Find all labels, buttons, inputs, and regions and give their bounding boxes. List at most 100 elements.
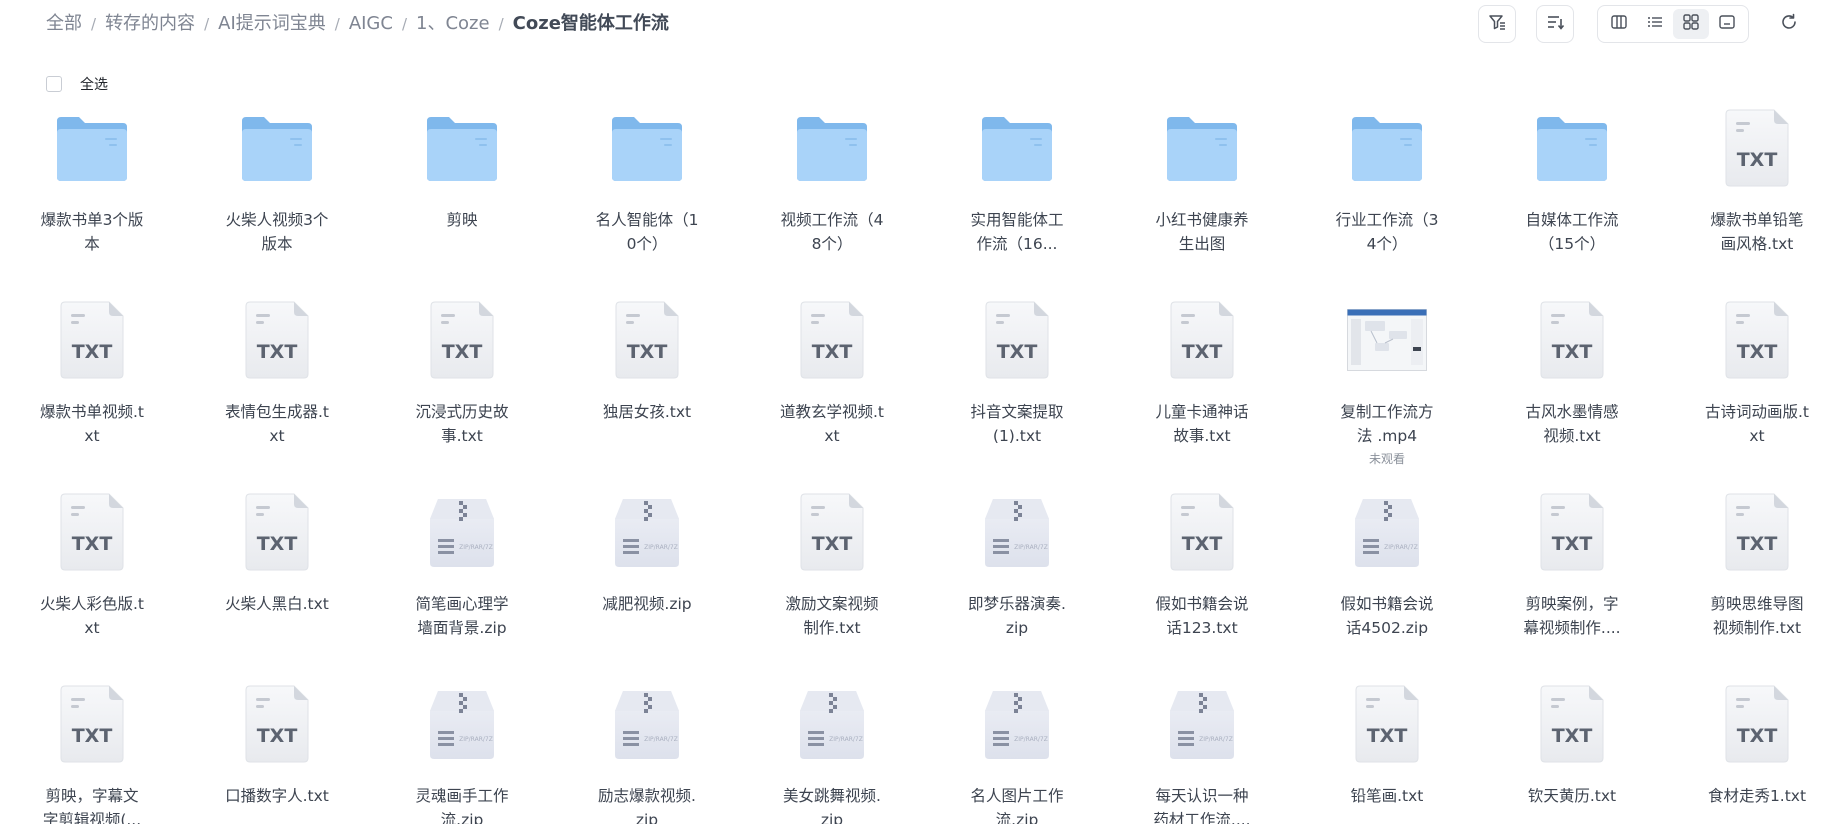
file-item[interactable]: ZIP/RAR/7Z 减肥视频.zip [567,490,727,670]
folder-item[interactable]: 自媒体工作流（15个） [1492,106,1652,286]
folder-item[interactable]: 实用智能体工作流（16... [937,106,1097,286]
sort-button[interactable] [1536,5,1574,43]
svg-text:TXT: TXT [1737,149,1778,171]
item-name: 假如书籍会说话4502.zip [1307,592,1467,640]
file-item[interactable]: ZIP/RAR/7Z 简笔画心理学墙面背景.zip [382,490,542,670]
file-item[interactable]: TXT 食材走秀1.txt [1677,682,1831,824]
folder-item[interactable]: 火柴人视频3个版本 [197,106,357,286]
file-item[interactable]: TXT 火柴人彩色版.txt [12,490,172,670]
item-name: 剪映案例，字幕视频制作.... [1492,592,1652,640]
svg-text:TXT: TXT [257,341,298,363]
file-item[interactable]: TXT 假如书籍会说话123.txt [1122,490,1282,670]
file-item[interactable]: ZIP/RAR/7Z 美女跳舞视频.zip [752,682,912,824]
item-name: 火柴人黑白.txt [197,592,357,616]
file-item[interactable]: ZIP/RAR/7Z 励志爆款视频.zip [567,682,727,824]
txt-file-icon: TXT [1347,682,1427,766]
item-name: 复制工作流方法 .mp4 [1307,400,1467,448]
breadcrumb-ai-prompts[interactable]: AI提示词宝典 [218,12,326,36]
item-name: 火柴人彩色版.txt [12,592,172,640]
item-name-text: 剪映案例，字幕视频制作.... [1523,595,1621,637]
breadcrumb-aigc[interactable]: AIGC [349,12,393,36]
folder-icon [1532,106,1612,190]
zip-file-icon: ZIP/RAR/7Z [977,682,1057,766]
svg-text:TXT: TXT [1552,725,1593,747]
item-name-text: 口播数字人.txt [225,787,329,805]
item-name: 食材走秀1.txt [1677,784,1831,808]
svg-text:TXT: TXT [1182,533,1223,555]
video-thumbnail [1347,298,1427,382]
breadcrumb-all[interactable]: 全部 [46,12,82,36]
filter-button[interactable] [1478,5,1516,43]
file-item[interactable]: TXT 剪映，字幕文字剪辑视频(... [12,682,172,824]
file-item[interactable]: TXT 剪映案例，字幕视频制作.... [1492,490,1652,670]
item-name-text: 简笔画心理学墙面背景.zip [415,595,509,637]
folder-item[interactable]: 爆款书单3个版本 [12,106,172,286]
file-item[interactable]: TXT 道教玄学视频.txt [752,298,912,478]
svg-text:TXT: TXT [1552,533,1593,555]
select-all-checkbox[interactable] [46,76,62,92]
columns-view-button[interactable] [1601,9,1637,39]
file-item[interactable]: ZIP/RAR/7Z 名人图片工作流.zip [937,682,1097,824]
preview-view-button[interactable] [1709,9,1745,39]
file-item[interactable]: TXT 口播数字人.txt [197,682,357,824]
item-name-text: 剪映，字幕文字剪辑视频(... [42,787,142,824]
file-item[interactable]: TXT 剪映思维导图视频制作.txt [1677,490,1831,670]
file-item[interactable]: 复制工作流方法 .mp4 未观看 [1307,298,1467,478]
file-item[interactable]: TXT 儿童卡通神话故事.txt [1122,298,1282,478]
svg-text:TXT: TXT [257,725,298,747]
svg-text:TXT: TXT [72,341,113,363]
zip-file-icon: ZIP/RAR/7Z [422,490,502,574]
file-item[interactable]: TXT 抖音文案提取(1).txt [937,298,1097,478]
item-name-text: 行业工作流（34个） [1335,211,1439,253]
list-view-button[interactable] [1637,9,1673,39]
folder-item[interactable]: 名人智能体（10个） [567,106,727,286]
file-item[interactable]: TXT 古风水墨情感视频.txt [1492,298,1652,478]
grid-view-button[interactable] [1673,9,1709,39]
file-item[interactable]: ZIP/RAR/7Z 每天认识一种药材工作流.... [1122,682,1282,824]
zip-file-icon: ZIP/RAR/7Z [607,682,687,766]
columns-view-icon [1610,13,1628,35]
txt-file-icon: TXT [792,298,872,382]
file-item[interactable]: TXT 表情包生成器.txt [197,298,357,478]
folder-item[interactable]: 行业工作流（34个） [1307,106,1467,286]
file-item[interactable]: TXT 火柴人黑白.txt [197,490,357,670]
file-item[interactable]: TXT 古诗词动画版.txt [1677,298,1831,478]
item-name-text: 爆款书单视频.txt [40,403,145,445]
svg-text:TXT: TXT [812,533,853,555]
file-item[interactable]: ZIP/RAR/7Z 即梦乐器演奏.zip [937,490,1097,670]
folder-item[interactable]: 小红书健康养生出图 [1122,106,1282,286]
item-name: 剪映，字幕文字剪辑视频(... [12,784,172,824]
item-name-text: 古诗词动画版.txt [1705,403,1810,445]
item-name-text: 美女跳舞视频.zip [783,787,881,824]
folder-item[interactable]: 视频工作流（48个） [752,106,912,286]
file-item[interactable]: TXT 独居女孩.txt [567,298,727,478]
item-name: 爆款书单铅笔画风格.txt [1677,208,1831,256]
file-item[interactable]: TXT 爆款书单铅笔画风格.txt [1677,106,1831,286]
folder-icon [977,106,1057,190]
breadcrumb-coze[interactable]: 1、Coze [416,12,490,36]
item-name: 抖音文案提取(1).txt [937,400,1097,448]
file-item[interactable]: TXT 铅笔画.txt [1307,682,1467,824]
svg-text:TXT: TXT [442,341,483,363]
item-name-text: 名人图片工作流.zip [970,787,1064,824]
folder-item[interactable]: 剪映 [382,106,542,286]
txt-file-icon: TXT [422,298,502,382]
breadcrumb-saved-content[interactable]: 转存的内容 [105,12,195,36]
file-item[interactable]: TXT 爆款书单视频.txt [12,298,172,478]
file-item[interactable]: ZIP/RAR/7Z 灵魂画手工作流.zip [382,682,542,824]
file-item[interactable]: TXT 激励文案视频制作.txt [752,490,912,670]
item-name: 铅笔画.txt [1307,784,1467,808]
item-name: 名人智能体（10个） [567,208,727,256]
file-item[interactable]: TXT 钦天黄历.txt [1492,682,1652,824]
file-item[interactable]: TXT 沉浸式历史故事.txt [382,298,542,478]
breadcrumb-current-folder: Coze智能体工作流 [512,13,669,34]
select-all[interactable]: 全选 [46,74,108,94]
refresh-button[interactable] [1772,7,1806,41]
item-name: 简笔画心理学墙面背景.zip [382,592,542,640]
file-item[interactable]: ZIP/RAR/7Z 假如书籍会说话4502.zip [1307,490,1467,670]
filter-icon [1487,12,1507,36]
item-name: 小红书健康养生出图 [1122,208,1282,256]
breadcrumb-separator: / [204,15,210,33]
item-name: 行业工作流（34个） [1307,208,1467,256]
svg-text:TXT: TXT [72,533,113,555]
